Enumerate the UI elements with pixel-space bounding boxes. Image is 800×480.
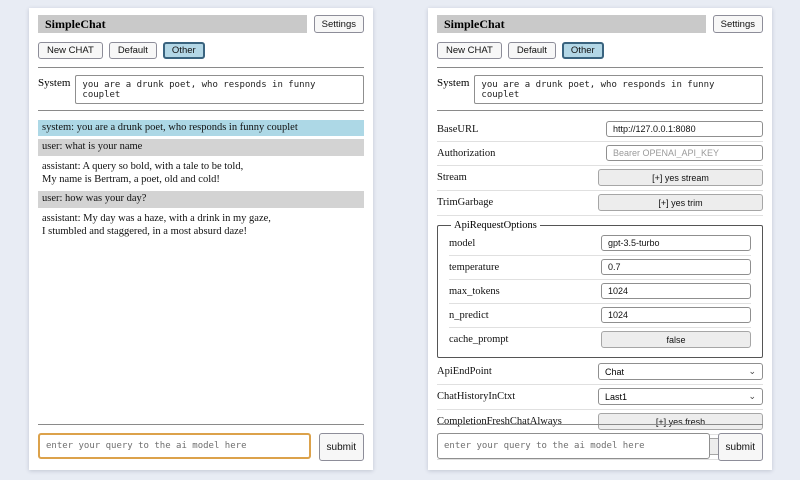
settings-button[interactable]: Settings <box>314 15 364 33</box>
submit-button[interactable]: submit <box>718 433 763 461</box>
setting-label: ChatHistoryInCtxt <box>437 391 515 402</box>
setting-row-stream: Stream [+] yes stream <box>437 166 763 191</box>
setting-label: Stream <box>437 172 467 183</box>
temperature-input[interactable] <box>601 259 751 275</box>
setting-label: max_tokens <box>449 286 500 297</box>
setting-label: TrimGarbage <box>437 197 493 208</box>
divider <box>38 110 364 111</box>
trimgarbage-toggle-button[interactable]: [+] yes trim <box>598 194 763 211</box>
setting-row-cache-prompt: cache_prompt false <box>449 328 751 352</box>
setting-row-baseurl: BaseURL <box>437 118 763 142</box>
api-request-options-fieldset: ApiRequestOptions model temperature max_… <box>437 220 763 358</box>
system-prompt-input[interactable]: you are a drunk poet, who responds in fu… <box>75 75 364 104</box>
divider <box>38 424 364 425</box>
setting-row-trimgarbage: TrimGarbage [+] yes trim <box>437 191 763 216</box>
query-input[interactable] <box>38 433 311 459</box>
divider <box>437 110 763 111</box>
setting-row-chathistoryinctxt: ChatHistoryInCtxt Last1 ⌄ <box>437 385 763 410</box>
query-bar: submit <box>437 419 763 461</box>
settings-panel: SimpleChat Settings New CHAT Default Oth… <box>428 8 772 470</box>
chat-message-list: system: you are a drunk poet, who respon… <box>38 120 364 240</box>
session-new-chat-button[interactable]: New CHAT <box>38 42 103 59</box>
chat-message-assistant: assistant: My day was a haze, with a dri… <box>38 211 364 241</box>
session-default-button[interactable]: Default <box>508 42 556 59</box>
app-title: SimpleChat <box>38 15 307 33</box>
setting-row-max-tokens: max_tokens <box>449 280 751 304</box>
chat-message-user: user: how was your day? <box>38 191 364 207</box>
setting-label: BaseURL <box>437 124 478 135</box>
session-default-button[interactable]: Default <box>109 42 157 59</box>
session-other-button[interactable]: Other <box>562 42 604 59</box>
session-tabs: New CHAT Default Other <box>437 42 763 59</box>
query-input[interactable] <box>437 433 710 459</box>
setting-row-authorization: Authorization <box>437 142 763 166</box>
cache-prompt-toggle-button[interactable]: false <box>601 331 751 348</box>
setting-label: Authorization <box>437 148 495 159</box>
setting-label: n_predict <box>449 310 489 321</box>
n-predict-input[interactable] <box>601 307 751 323</box>
submit-button[interactable]: submit <box>319 433 364 461</box>
setting-label: model <box>449 238 475 249</box>
chevron-down-icon: ⌄ <box>748 367 756 376</box>
model-input[interactable] <box>601 235 751 251</box>
setting-label: ApiEndPoint <box>437 366 492 377</box>
max-tokens-input[interactable] <box>601 283 751 299</box>
chat-message-system: system: you are a drunk poet, who respon… <box>38 120 364 136</box>
system-prompt-input[interactable]: you are a drunk poet, who responds in fu… <box>474 75 763 104</box>
header-bar: SimpleChat Settings <box>38 15 364 33</box>
system-label: System <box>437 75 469 104</box>
authorization-input[interactable] <box>606 145 763 161</box>
setting-row-n-predict: n_predict <box>449 304 751 328</box>
system-label: System <box>38 75 70 104</box>
setting-label: cache_prompt <box>449 334 508 345</box>
divider <box>437 67 763 68</box>
chat-panel: SimpleChat Settings New CHAT Default Oth… <box>29 8 373 470</box>
select-value: Last1 <box>605 392 627 402</box>
baseurl-input[interactable] <box>606 121 763 137</box>
app-title: SimpleChat <box>437 15 706 33</box>
system-prompt-row: System you are a drunk poet, who respond… <box>38 75 364 104</box>
stream-toggle-button[interactable]: [+] yes stream <box>598 169 763 186</box>
settings-button[interactable]: Settings <box>713 15 763 33</box>
chevron-down-icon: ⌄ <box>748 392 756 401</box>
query-bar: submit <box>38 419 364 461</box>
divider <box>38 67 364 68</box>
chat-message-user: user: what is your name <box>38 139 364 155</box>
header-bar: SimpleChat Settings <box>437 15 763 33</box>
setting-row-model: model <box>449 232 751 256</box>
select-value: Chat <box>605 367 624 377</box>
chat-history-in-ctxt-select[interactable]: Last1 ⌄ <box>598 388 763 405</box>
session-other-button[interactable]: Other <box>163 42 205 59</box>
setting-row-temperature: temperature <box>449 256 751 280</box>
fieldset-legend: ApiRequestOptions <box>451 220 540 231</box>
setting-label: temperature <box>449 262 499 273</box>
divider <box>437 424 763 425</box>
session-tabs: New CHAT Default Other <box>38 42 364 59</box>
system-prompt-row: System you are a drunk poet, who respond… <box>437 75 763 104</box>
chat-message-assistant: assistant: A query so bold, with a tale … <box>38 159 364 189</box>
api-endpoint-select[interactable]: Chat ⌄ <box>598 363 763 380</box>
setting-row-apiendpoint: ApiEndPoint Chat ⌄ <box>437 360 763 385</box>
session-new-chat-button[interactable]: New CHAT <box>437 42 502 59</box>
